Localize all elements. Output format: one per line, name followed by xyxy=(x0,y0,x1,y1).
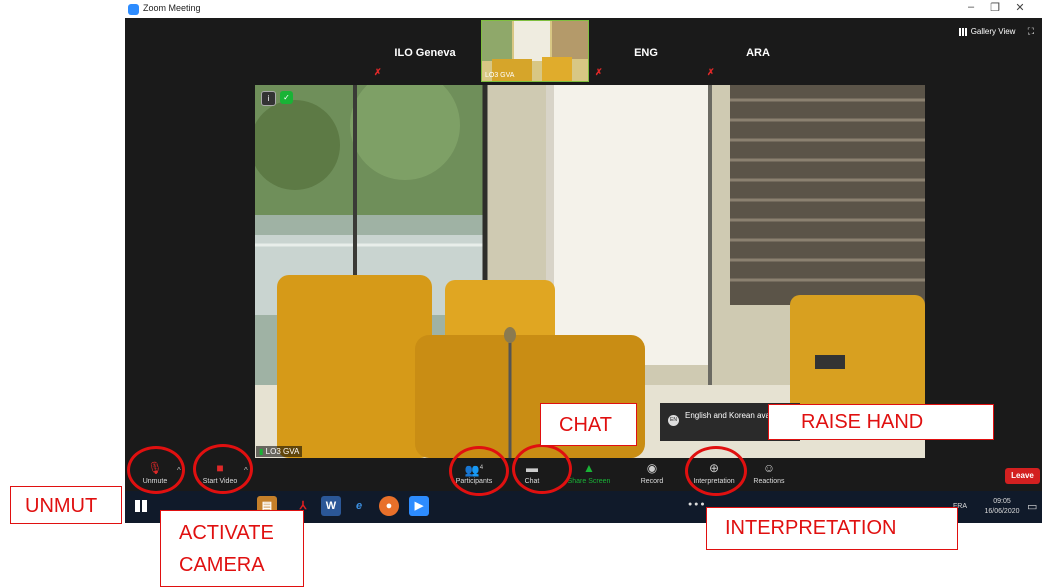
share-screen-button[interactable]: ▲ Share Screen xyxy=(566,458,612,491)
record-button[interactable]: ◉ Record xyxy=(635,458,669,491)
participant-tile-eng[interactable]: ENG ✗ xyxy=(591,18,701,82)
annotation-activate-text: ACTIVATE xyxy=(179,522,274,544)
annotation-circle-video xyxy=(193,444,253,494)
annotation-circle-chat xyxy=(512,444,572,494)
close-button[interactable]: ✕ xyxy=(1012,1,1028,14)
windows-start-icon[interactable] xyxy=(135,500,147,512)
participant-tile-lo3-gva[interactable]: LO3 GVA xyxy=(481,20,589,82)
muted-mic-icon: ✗ xyxy=(374,67,382,77)
share-screen-label: Share Screen xyxy=(567,478,611,485)
signal-bars-icon: ▮ xyxy=(259,447,264,456)
language-icon: EN xyxy=(668,415,679,426)
annotation-camera-text: CAMERA xyxy=(179,554,265,576)
reactions-button[interactable]: ☺ Reactions xyxy=(749,458,789,491)
annotation-label-interpretation: INTERPRETATION xyxy=(706,507,958,550)
participant-name: ILO Geneva xyxy=(394,47,456,59)
smiley-icon: ☺ xyxy=(762,461,776,475)
share-screen-icon: ▲ xyxy=(583,461,595,475)
title-bar: Zoom Meeting – ❐ ✕ xyxy=(125,0,1042,18)
leave-button[interactable]: Leave xyxy=(1005,468,1040,484)
muted-mic-icon: ✗ xyxy=(595,67,603,77)
zoom-app-icon xyxy=(128,4,139,15)
edge-icon[interactable]: e xyxy=(349,496,369,516)
zoom-taskbar-icon[interactable]: ▶ xyxy=(409,496,429,516)
gallery-grid-icon xyxy=(958,27,968,36)
record-icon: ◉ xyxy=(646,461,658,475)
record-label: Record xyxy=(640,478,664,485)
participant-name: ENG xyxy=(634,47,658,59)
annotation-label-unmute: UNMUT xyxy=(10,486,122,524)
annotation-circle-unmute xyxy=(127,446,185,494)
restore-button[interactable]: ❐ xyxy=(987,1,1003,14)
muted-mic-icon: ✗ xyxy=(707,67,715,77)
tray-icons[interactable]: ● ● ● xyxy=(688,501,705,508)
gallery-view-button[interactable]: Gallery View ⛶ xyxy=(958,26,1034,37)
video-name-tag: ▮ LO3 GVA xyxy=(256,446,303,457)
participant-name: ARA xyxy=(746,47,770,59)
clock-date: 16/06/2020 xyxy=(984,508,1020,515)
annotation-circle-participants xyxy=(449,446,509,496)
clock-time: 09:05 xyxy=(993,498,1011,505)
firefox-icon[interactable]: ● xyxy=(379,496,399,516)
thumb-name-tag: LO3 GVA xyxy=(485,72,515,79)
info-icon[interactable]: i xyxy=(261,91,276,106)
fullscreen-icon[interactable]: ⛶ xyxy=(1028,26,1034,36)
minimize-button[interactable]: – xyxy=(963,1,979,13)
meeting-toolbar: 🎙 Unmute ^ ■ Start Video ^ 👥4 Participan… xyxy=(125,458,1042,491)
clock[interactable]: 09:05 16/06/2020 xyxy=(982,497,1022,517)
word-icon[interactable]: W xyxy=(321,496,341,516)
annotation-circle-interpretation xyxy=(685,446,747,496)
annotation-label-activate-camera: ACTIVATE CAMERA xyxy=(160,510,304,587)
video-name-label: LO3 GVA xyxy=(265,447,300,456)
gallery-view-label: Gallery View xyxy=(970,27,1016,36)
window-title: Zoom Meeting xyxy=(143,3,201,13)
shield-icon[interactable]: ✓ xyxy=(280,91,293,104)
annotation-label-raise-hand: RAISE HAND xyxy=(768,404,994,440)
participant-tile-ara[interactable]: ARA ✗ xyxy=(703,18,813,82)
notifications-icon[interactable]: ▭ xyxy=(1027,500,1037,513)
participant-tile-ilo-geneva[interactable]: ILO Geneva ✗ xyxy=(370,18,480,82)
annotation-label-chat: CHAT xyxy=(540,403,637,446)
reactions-label: Reactions xyxy=(753,478,785,485)
